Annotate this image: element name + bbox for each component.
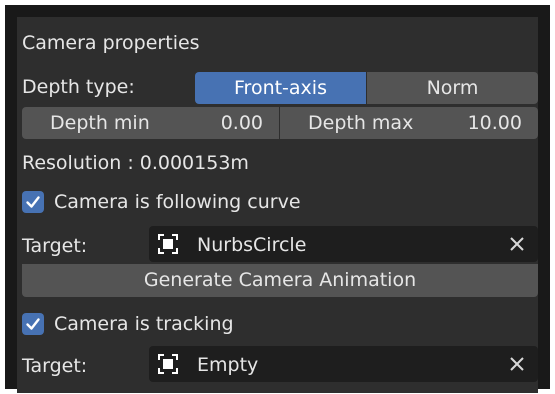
tracking-target-value: Empty [197, 354, 259, 376]
follow-curve-label: Camera is following curve [54, 191, 301, 213]
depth-max-field[interactable]: Depth max 10.00 [280, 107, 538, 139]
tracking-label: Camera is tracking [54, 313, 234, 335]
depth-min-label: Depth min [50, 111, 150, 134]
generate-camera-animation-label: Generate Camera Animation [143, 269, 417, 291]
follow-curve-target-value: NurbsCircle [197, 234, 307, 256]
depth-max-label: Depth max [308, 111, 414, 134]
depth-min-field[interactable]: Depth min 0.00 [22, 107, 279, 139]
tracking-target-label: Target: [22, 355, 88, 377]
depth-type-front-axis-label: Front-axis [234, 76, 327, 99]
object-icon [158, 354, 178, 374]
depth-min-value: 0.00 [220, 111, 263, 134]
panel-body: Camera properties Depth type: Front-axis… [17, 17, 538, 393]
tracking-checkbox[interactable] [22, 313, 44, 335]
follow-curve-target-field[interactable]: NurbsCircle [149, 226, 538, 262]
close-icon[interactable] [508, 355, 526, 373]
depth-max-value: 10.00 [467, 111, 522, 134]
resolution-text: Resolution : 0.000153m [22, 152, 249, 174]
depth-type-label: Depth type: [22, 76, 135, 98]
follow-curve-checkbox[interactable] [22, 191, 44, 213]
depth-type-front-axis-option[interactable]: Front-axis [195, 72, 366, 104]
object-icon [158, 234, 178, 254]
panel-title: Camera properties [22, 32, 200, 54]
depth-type-norm-option[interactable]: Norm [367, 72, 538, 104]
tracking-target-field[interactable]: Empty [149, 346, 538, 382]
checkmark-icon [26, 318, 40, 330]
generate-camera-animation-button[interactable]: Generate Camera Animation [22, 264, 538, 297]
checkmark-icon [26, 196, 40, 208]
depth-type-norm-label: Norm [426, 76, 479, 99]
follow-curve-target-label: Target: [22, 235, 88, 257]
close-icon[interactable] [508, 235, 526, 253]
camera-properties-panel: Camera properties Depth type: Front-axis… [5, 5, 550, 393]
